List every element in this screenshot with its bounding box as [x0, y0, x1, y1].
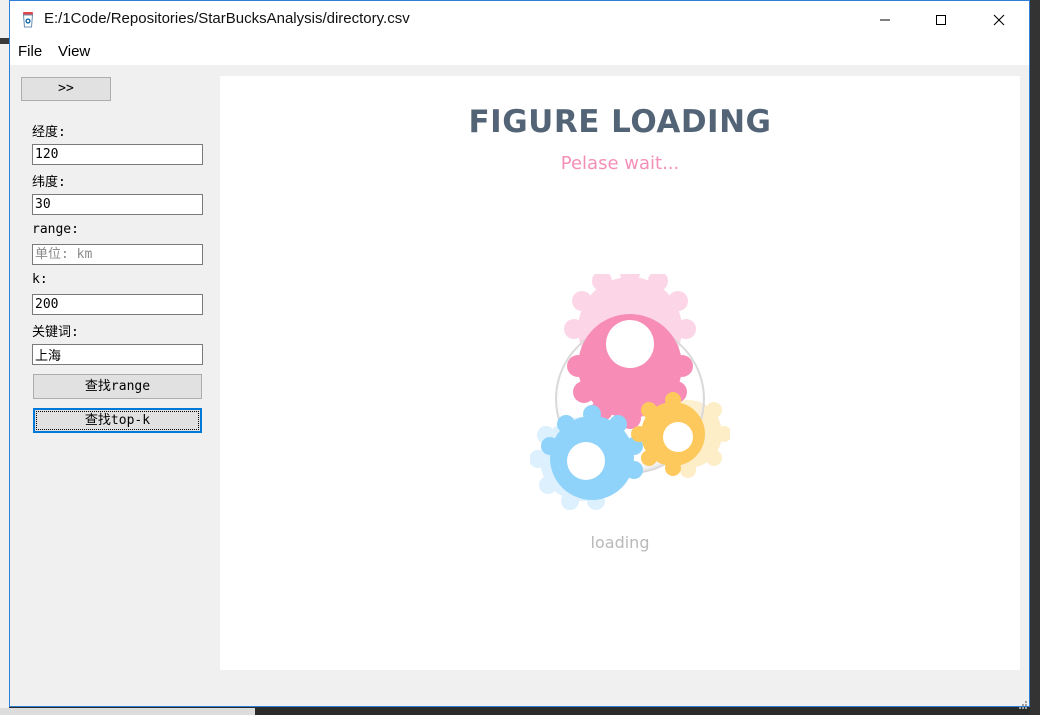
resize-grip-icon[interactable] — [1017, 694, 1027, 709]
longitude-label: 经度: — [32, 125, 66, 140]
title-bar[interactable]: E:/1Code/Repositories/StarBucksAnalysis/… — [10, 1, 1029, 39]
main-window: E:/1Code/Repositories/StarBucksAnalysis/… — [9, 0, 1030, 709]
maximize-icon — [936, 15, 946, 25]
figure-subtitle: Pelase wait... — [560, 153, 680, 174]
loading-label: loading — [590, 533, 650, 552]
menu-bar: File View — [10, 39, 1029, 65]
menu-view[interactable]: View — [58, 43, 90, 60]
find-topk-button[interactable]: 查找top-k — [33, 408, 202, 433]
keyword-label: 关键词: — [32, 325, 79, 340]
range-label: range: — [32, 222, 79, 237]
close-button[interactable] — [976, 1, 1022, 39]
close-icon — [993, 14, 1005, 26]
maximize-button[interactable] — [918, 1, 964, 39]
keyword-input[interactable] — [32, 344, 203, 365]
k-input[interactable] — [32, 294, 203, 315]
background-window-edge — [0, 0, 9, 715]
background-desktop-right — [1030, 0, 1040, 715]
latitude-input[interactable] — [32, 194, 203, 215]
range-input[interactable] — [32, 244, 203, 265]
background-taskbar-edge — [0, 708, 255, 715]
minimize-button[interactable] — [862, 1, 908, 39]
window-title: E:/1Code/Repositories/StarBucksAnalysis/… — [44, 10, 410, 27]
minimize-icon — [880, 19, 890, 21]
menu-file[interactable]: File — [18, 43, 42, 60]
k-label: k: — [32, 272, 48, 287]
background-window-bar — [0, 38, 9, 44]
gears-loading-icon — [529, 263, 732, 519]
figure-panel: FIGURE LOADING Pelase wait... loading — [220, 76, 1020, 670]
latitude-label: 纬度: — [32, 175, 66, 190]
toggle-sidebar-button[interactable]: >> — [21, 77, 111, 101]
figure-title: FIGURE LOADING — [468, 104, 772, 140]
find-range-button[interactable]: 查找range — [33, 374, 202, 399]
longitude-input[interactable] — [32, 144, 203, 165]
focus-indicator — [36, 411, 199, 430]
starbucks-cup-icon — [22, 12, 34, 28]
